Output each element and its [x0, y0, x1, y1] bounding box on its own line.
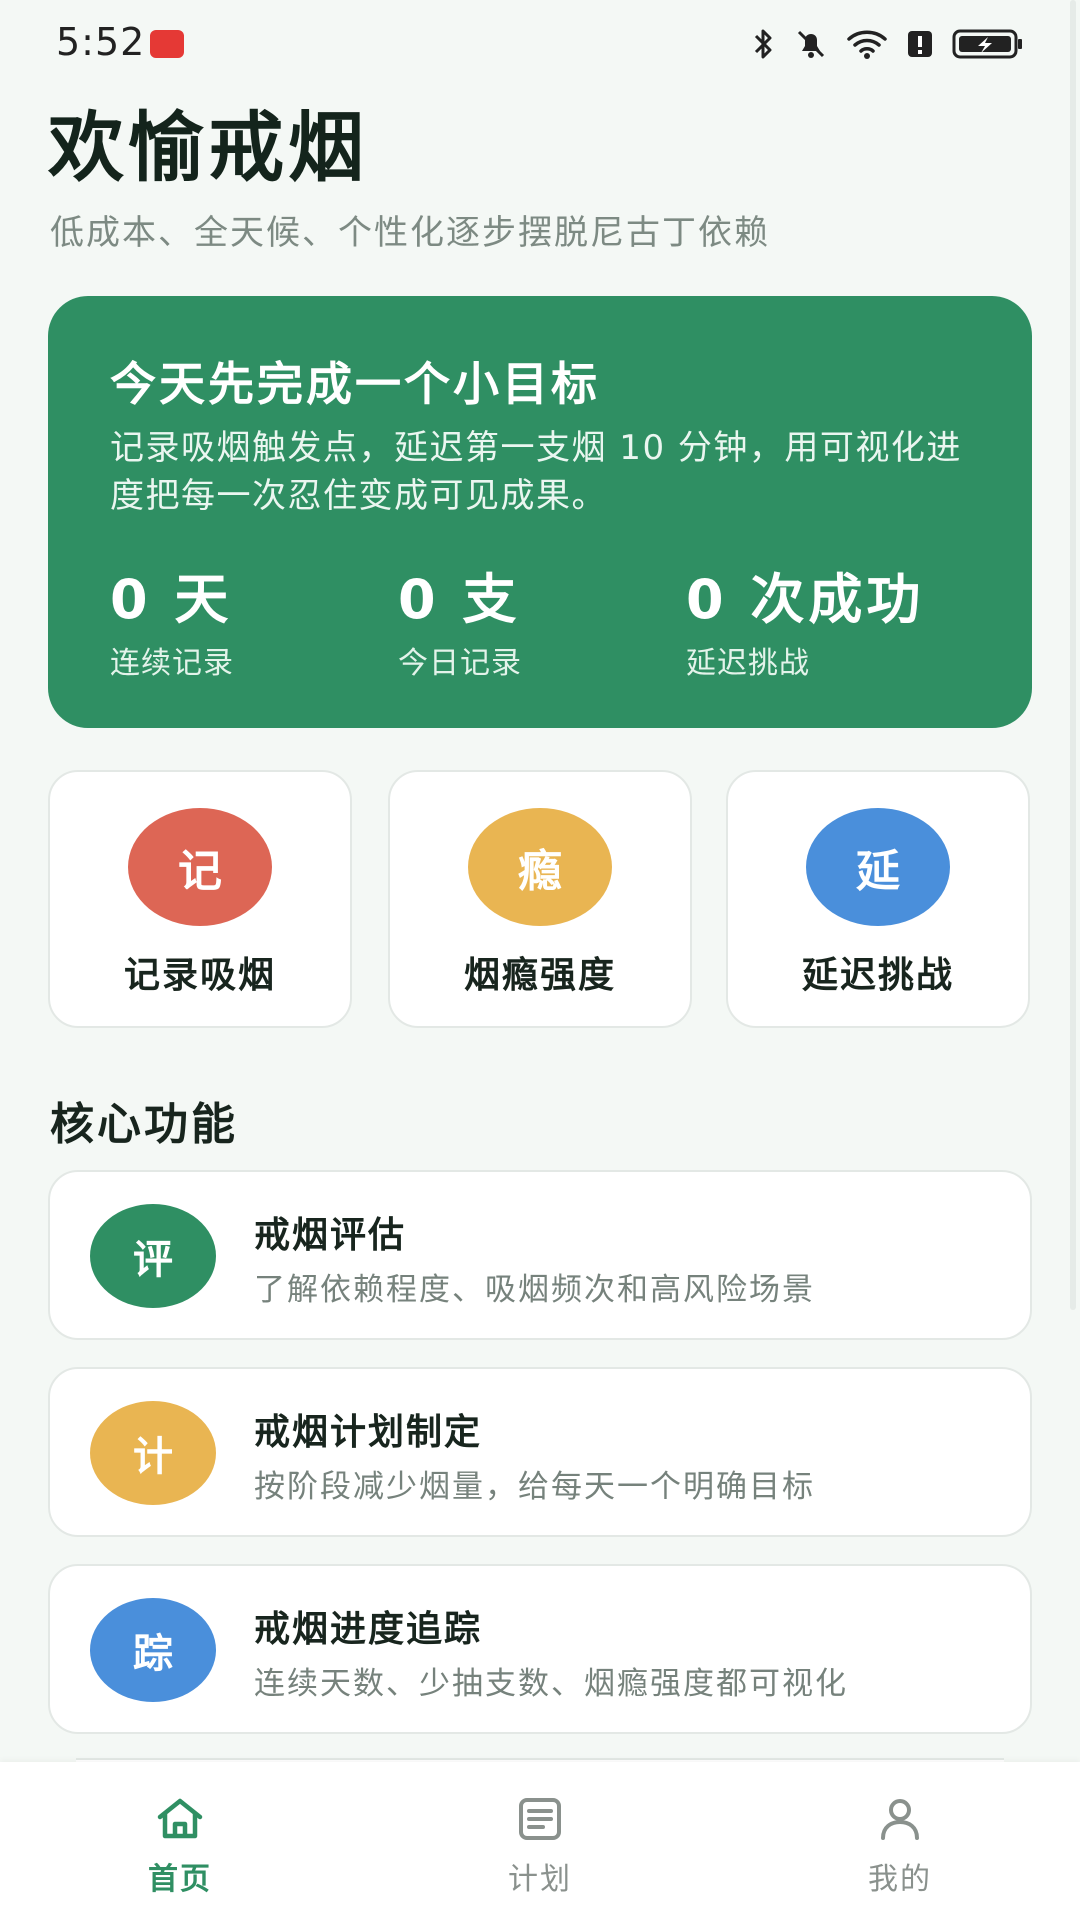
status-icons	[752, 24, 1024, 64]
quick-action-label: 烟瘾强度	[463, 955, 616, 996]
nav-plan[interactable]: 计划	[420, 1762, 660, 1920]
stat-delay-success: 0 次成功 延迟挑战	[686, 568, 924, 682]
craving-glyph-icon: 瘾	[468, 808, 612, 926]
status-bar: 5:52	[0, 0, 1080, 90]
record-glyph-icon: 记	[128, 808, 272, 926]
feature-assessment[interactable]: 评 戒烟评估 了解依赖程度、吸烟频次和高风险场景	[48, 1170, 1032, 1340]
battery-charging-icon	[952, 29, 1022, 59]
home-icon	[157, 1798, 203, 1839]
quick-action-label: 记录吸烟	[123, 955, 276, 996]
person-icon	[881, 1799, 919, 1840]
app-notification-icon	[150, 30, 184, 58]
stat-streak-days: 0 天 连续记录	[110, 568, 234, 682]
feature-description: 连续天数、少抽支数、烟瘾强度都可视化	[254, 1666, 848, 1702]
nav-home[interactable]: 首页	[60, 1762, 300, 1920]
stat-today-count: 0 支 今日记录	[398, 568, 522, 682]
record-smoking-button[interactable]: 记 记录吸烟	[48, 770, 352, 1028]
feature-description: 了解依赖程度、吸烟频次和高风险场景	[254, 1272, 815, 1308]
assessment-glyph-icon: 评	[90, 1204, 216, 1308]
stat-value: 0 支	[398, 568, 521, 631]
daily-goal-card[interactable]: 今天先完成一个小目标 记录吸烟触发点，延迟第一支烟 10 分钟，用可视化进度把每…	[48, 296, 1032, 728]
nav-label: 我的	[868, 1862, 932, 1897]
feature-title: 戒烟评估	[254, 1215, 407, 1256]
bottom-navigation: 首页 计划 我的	[0, 1762, 1080, 1920]
app-subtitle: 低成本、全天候、个性化逐步摆脱尼古丁依赖	[50, 213, 770, 253]
daily-goal-title: 今天先完成一个小目标	[110, 357, 600, 411]
app-title: 欢愉戒烟	[48, 103, 368, 192]
stat-value: 0 天	[110, 568, 233, 631]
stat-label: 延迟挑战	[686, 646, 810, 681]
craving-intensity-button[interactable]: 瘾 烟瘾强度	[388, 770, 692, 1028]
stat-value: 0 次成功	[686, 568, 925, 631]
delay-challenge-button[interactable]: 延 延迟挑战	[726, 770, 1030, 1028]
home-screen: 5:52 欢愉戒烟 低成本、全天候、个性化逐步摆脱尼古丁依赖 今天先完成一个小目…	[0, 0, 1080, 1920]
stat-label: 今日记录	[398, 646, 522, 681]
document-icon	[519, 1798, 561, 1840]
nav-label: 首页	[148, 1862, 212, 1897]
plan-glyph-icon: 计	[90, 1401, 216, 1505]
nav-profile[interactable]: 我的	[780, 1762, 1020, 1920]
stats-row: 0 天 连续记录 0 支 今日记录 0 次成功 延迟挑战	[110, 568, 990, 681]
quick-action-label: 延迟挑战	[801, 955, 954, 996]
bluetooth-icon	[754, 29, 772, 59]
feature-description: 按阶段减少烟量，给每天一个明确目标	[254, 1469, 815, 1505]
wifi-icon	[847, 30, 887, 59]
scrollbar[interactable]	[1070, 0, 1076, 1310]
tracking-glyph-icon: 踪	[90, 1598, 216, 1702]
status-time: 5:52	[56, 20, 146, 64]
mute-bell-icon	[797, 30, 825, 58]
feature-title: 戒烟进度追踪	[254, 1609, 483, 1650]
feature-plan[interactable]: 计 戒烟计划制定 按阶段减少烟量，给每天一个明确目标	[48, 1367, 1032, 1537]
nav-label: 计划	[508, 1862, 572, 1897]
delay-glyph-icon: 延	[806, 808, 950, 926]
daily-goal-description: 记录吸烟触发点，延迟第一支烟 10 分钟，用可视化进度把每一次忍住变成可见成果。	[110, 428, 962, 516]
section-title: 核心功能	[50, 1099, 238, 1150]
alert-icon	[908, 31, 932, 57]
feature-title: 戒烟计划制定	[254, 1412, 483, 1453]
feature-progress-tracking[interactable]: 踪 戒烟进度追踪 连续天数、少抽支数、烟瘾强度都可视化	[48, 1564, 1032, 1734]
stat-label: 连续记录	[110, 646, 234, 681]
